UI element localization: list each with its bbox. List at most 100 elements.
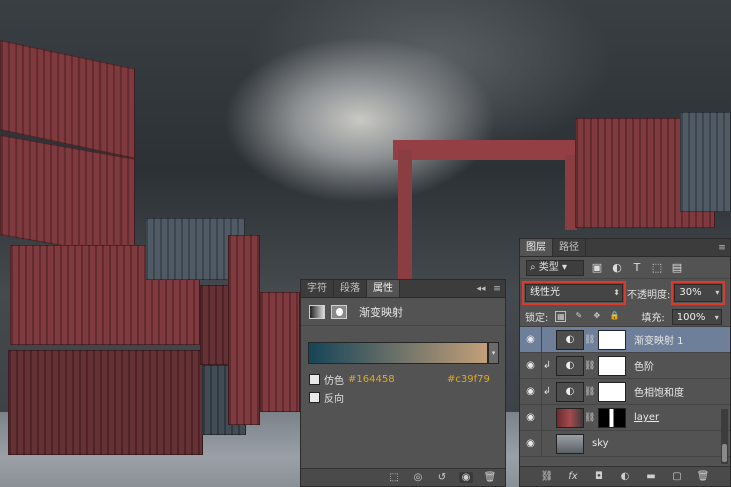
filter-row: ⌕ 类型 ▾ ▣ ◐ T ⬚ ▤ — [520, 257, 730, 279]
tab-spacer — [400, 280, 473, 297]
panel-menu-icon[interactable]: ≡ — [489, 280, 505, 297]
container — [228, 235, 260, 425]
properties-tabs: 字符 段落 属性 ◂◂ ≡ — [301, 280, 505, 298]
layer-name[interactable]: layer — [634, 412, 659, 423]
layer-thumbnail[interactable] — [556, 433, 584, 454]
layer-row[interactable]: ◉ ◐ ⛓ 渐变映射 1 — [520, 327, 730, 353]
reverse-label: 反向 — [324, 393, 344, 405]
opacity-label: 不透明度: — [627, 289, 671, 301]
container — [680, 112, 731, 212]
mask-thumbnail[interactable] — [598, 381, 626, 402]
view-previous-icon[interactable]: ◎ — [411, 472, 425, 483]
clipping-arrow-icon: ↲ — [542, 360, 552, 371]
layer-row[interactable]: ◉ ↲ ◐ ⛓ 色相饱和度 — [520, 379, 730, 405]
crane-leg-left — [398, 150, 412, 290]
group-icon[interactable]: ▬ — [644, 471, 658, 482]
adjustment-thumbnail[interactable]: ◐ — [556, 329, 584, 350]
shape-filter-icon[interactable]: ⬚ — [650, 261, 664, 274]
panel-menu-icon[interactable]: ≡ — [714, 239, 730, 256]
fx-icon[interactable]: fx — [566, 471, 580, 482]
clipping-arrow-icon: ↲ — [542, 386, 552, 397]
lock-position-icon[interactable]: ✥ — [591, 311, 602, 322]
visibility-eye-icon[interactable]: ◉ — [520, 431, 542, 456]
tab-layers[interactable]: 图层 — [520, 239, 553, 256]
opacity-value: 30% — [679, 287, 702, 298]
layer-name[interactable]: sky — [592, 438, 609, 449]
layers-scrollbar[interactable] — [721, 409, 728, 464]
adjustment-icon[interactable]: ◐ — [618, 471, 632, 482]
mask-link-icon[interactable]: ⛓ — [584, 413, 595, 423]
mask-link-icon[interactable]: ⛓ — [584, 387, 595, 397]
layer-name[interactable]: 色阶 — [634, 358, 654, 373]
blend-mode-value: 线性光 — [530, 287, 560, 298]
visibility-eye-icon[interactable]: ◉ — [520, 405, 542, 430]
blend-mode-select[interactable]: 线性光 ⬍ — [522, 281, 626, 305]
mask-thumbnail[interactable] — [598, 329, 626, 350]
properties-footer: ⬚ ◎ ↺ ◉ 🗑 — [301, 468, 505, 486]
lock-label: 锁定: — [525, 313, 549, 324]
reverse-checkbox[interactable] — [309, 391, 320, 403]
mask-link-icon[interactable]: ⛓ — [584, 335, 595, 345]
gradient-dropdown-icon[interactable]: ▾ — [488, 342, 499, 364]
collapse-icon[interactable]: ◂◂ — [473, 280, 489, 297]
layer-thumbnail[interactable] — [556, 407, 584, 428]
delete-icon[interactable]: 🗑 — [696, 471, 710, 482]
clip-to-layer-icon[interactable]: ⬚ — [387, 472, 401, 483]
gradient-map-icon[interactable] — [309, 304, 325, 319]
reset-icon[interactable]: ↺ — [435, 472, 449, 483]
type-filter-icon[interactable]: T — [630, 261, 644, 274]
kind-filter-select[interactable]: ⌕ 类型 ▾ — [526, 259, 584, 276]
tab-character[interactable]: 字符 — [301, 280, 334, 297]
layer-name[interactable]: 色相饱和度 — [634, 384, 684, 399]
smart-object-filter-icon[interactable]: ▤ — [670, 261, 684, 274]
mask-thumbnail[interactable] — [598, 355, 626, 376]
layer-row[interactable]: ◉ sky — [520, 431, 730, 457]
visibility-eye-icon[interactable]: ◉ — [520, 379, 542, 404]
adjustment-filter-icon[interactable]: ◐ — [610, 261, 624, 274]
layer-mask-icon[interactable] — [331, 304, 347, 319]
layer-row[interactable]: ◉ ↲ ◐ ⛓ 色阶 — [520, 353, 730, 379]
opacity-field[interactable]: 30% ▾ — [671, 281, 726, 305]
add-mask-icon[interactable]: ◘ — [592, 471, 606, 482]
tab-paragraph[interactable]: 段落 — [334, 280, 367, 297]
fill-field[interactable]: 100% ▾ — [671, 308, 722, 325]
tab-spacer — [586, 239, 714, 256]
delete-icon[interactable]: 🗑 — [483, 472, 497, 483]
visibility-eye-icon[interactable]: ◉ — [520, 327, 542, 352]
container — [260, 292, 300, 412]
mask-thumbnail[interactable] — [598, 407, 626, 428]
container — [8, 350, 203, 455]
mask-link-icon[interactable]: ⛓ — [584, 361, 595, 371]
dither-row: 仿色 #164458 #c39f79 — [309, 370, 505, 388]
start-color-hex: #164458 — [348, 373, 395, 385]
fill-label: 填充: — [641, 313, 665, 324]
visibility-eye-icon[interactable]: ◉ — [520, 353, 542, 378]
blend-row: 线性光 ⬍ 不透明度: 30% ▾ — [520, 279, 730, 307]
lock-transparent-icon[interactable]: ▦ — [555, 311, 567, 322]
adjustment-thumbnail[interactable]: ◐ — [556, 355, 584, 376]
properties-title: 渐变映射 — [359, 305, 403, 319]
tab-properties[interactable]: 属性 — [367, 280, 400, 297]
gradient-preview[interactable] — [308, 342, 488, 364]
properties-header: 渐变映射 — [301, 298, 505, 326]
lock-all-icon[interactable]: 🔒 — [609, 311, 620, 322]
fill-arrow-icon: ▾ — [714, 312, 719, 322]
scrollbar-thumb[interactable] — [722, 444, 727, 462]
layer-name[interactable]: 渐变映射 1 — [634, 332, 684, 347]
lock-image-icon[interactable]: ✎ — [573, 311, 584, 322]
layer-row[interactable]: ◉ ⛓ layer — [520, 405, 730, 431]
blend-mode-arrow-icon: ⬍ — [613, 288, 620, 297]
adjustment-thumbnail[interactable]: ◐ — [556, 381, 584, 402]
visibility-icon[interactable]: ◉ — [459, 472, 473, 483]
pixel-filter-icon[interactable]: ▣ — [590, 261, 604, 274]
lock-row: 锁定: ▦ ✎ ✥ 🔒 填充: 100% ▾ — [520, 307, 730, 327]
fill-value: 100% — [676, 311, 706, 323]
dither-label: 仿色 — [324, 375, 344, 387]
layers-panel: 图层 路径 ≡ ⌕ 类型 ▾ ▣ ◐ T ⬚ ▤ 线性光 ⬍ 不透明度: 30%… — [519, 238, 731, 487]
gradient-picker: ▾ — [308, 342, 499, 364]
dither-checkbox[interactable] — [309, 373, 320, 385]
tab-paths[interactable]: 路径 — [553, 239, 586, 256]
link-icon[interactable]: ⛓ — [540, 471, 554, 482]
new-layer-icon[interactable]: ▢ — [670, 471, 684, 482]
